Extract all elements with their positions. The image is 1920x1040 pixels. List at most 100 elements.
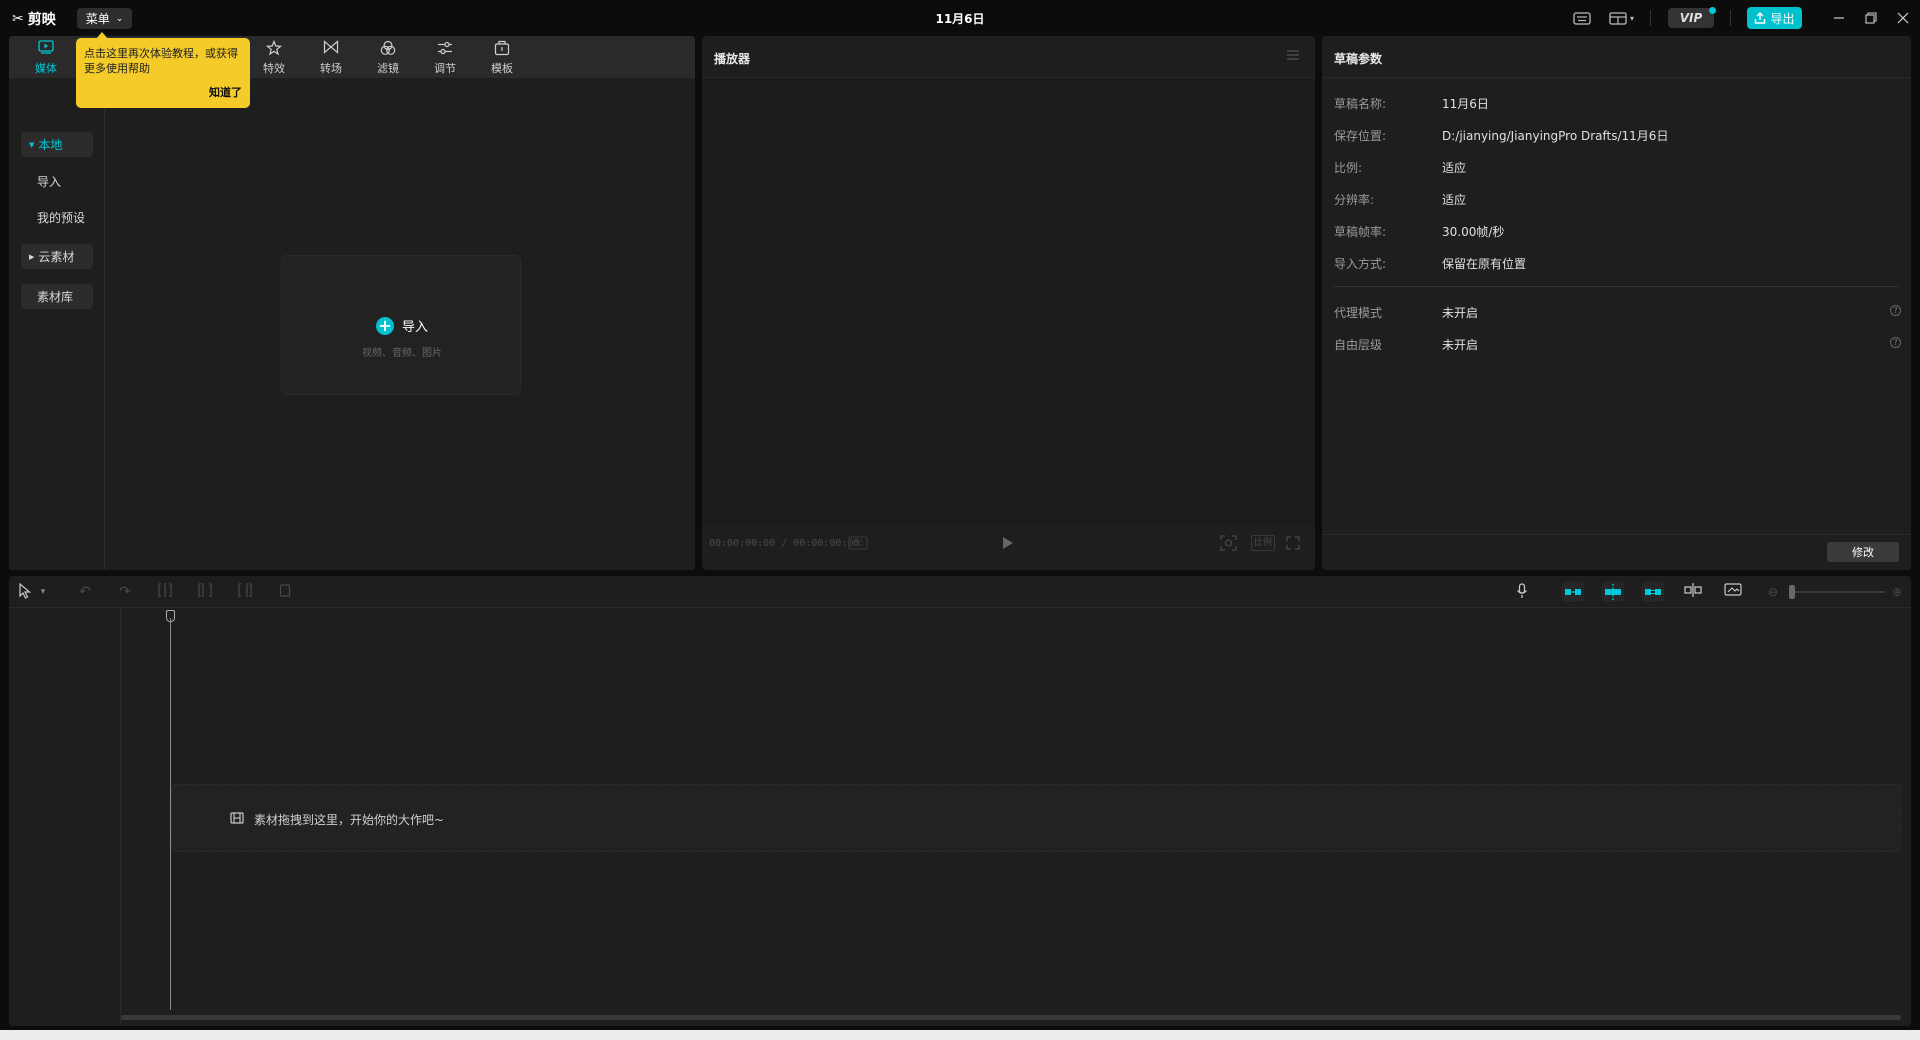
timecode-list-icon[interactable]: [848, 536, 868, 553]
layout-icon[interactable]: [1608, 9, 1628, 27]
tab-effects[interactable]: 特效: [249, 39, 299, 76]
trim-left-icon[interactable]: [195, 583, 215, 601]
param-label-location: 保存位置:: [1334, 129, 1387, 143]
timecode: 00:00:00:00 / 00:00:00:00: [709, 538, 860, 549]
media-panel: 媒体 特效 转场 滤镜 调节 模板 ▼ 本地 导入 我的预设 ▶ 云素材 素材库…: [9, 36, 695, 570]
tab-effects-label: 特效: [263, 62, 285, 75]
import-subtext: 视频、音频、图片: [362, 348, 442, 359]
app-logo: ✂ 剪映: [12, 9, 56, 29]
import-row: + 导入: [282, 316, 522, 335]
effects-star-icon: [265, 39, 283, 58]
tab-adjust-label: 调节: [434, 62, 456, 75]
ratio-button[interactable]: 比例: [1251, 535, 1275, 551]
media-play-icon: [38, 40, 54, 58]
caret-right-icon: ▶: [29, 252, 35, 261]
screenshot-icon[interactable]: [1220, 535, 1237, 554]
minimize-icon[interactable]: [1829, 9, 1849, 27]
filter-circles-icon: [380, 40, 396, 58]
transition-bowtie-icon: [323, 40, 339, 58]
import-dropzone[interactable]: + 导入 视频、音频、图片: [281, 255, 521, 395]
zoom-slider-track[interactable]: [1791, 591, 1885, 593]
play-icon[interactable]: [1002, 536, 1014, 553]
proxy-help-icon[interactable]: ?: [1890, 305, 1901, 316]
export-label: 导出: [1770, 11, 1795, 26]
tab-templates[interactable]: 模板: [477, 40, 527, 76]
param-label-import-method: 导入方式:: [1334, 257, 1387, 271]
linkage-icon[interactable]: [1642, 582, 1664, 602]
tab-adjust[interactable]: 调节: [420, 40, 470, 76]
microphone-icon[interactable]: [1512, 583, 1532, 601]
zoom-in-icon[interactable]: ⊕: [1887, 583, 1907, 601]
auto-snap-icon[interactable]: [1602, 582, 1624, 602]
keyboard-shortcut-icon[interactable]: [1572, 9, 1592, 27]
param-label-name: 草稿名称:: [1334, 97, 1387, 111]
app-name: 剪映: [27, 12, 56, 28]
timeline-toolbar: ▾ ↶ ↷ ⊖ ⊕: [9, 576, 1911, 608]
divider: [1650, 10, 1651, 26]
zoom-out-icon[interactable]: ⊖: [1763, 583, 1783, 601]
layout-dropdown-icon[interactable]: ▾: [1626, 9, 1638, 27]
sidebar-item-cloud-label: 云素材: [38, 250, 75, 264]
select-cursor-icon[interactable]: [15, 582, 35, 601]
vip-button[interactable]: VIP: [1668, 8, 1714, 28]
tab-media[interactable]: 媒体: [21, 40, 71, 76]
param-label-proxy: 代理模式: [1334, 306, 1383, 320]
trim-right-icon[interactable]: [235, 583, 255, 601]
param-value-proxy: 未开启: [1442, 306, 1479, 320]
param-value-name: 11月6日: [1442, 97, 1489, 111]
zoom-slider-handle[interactable]: [1789, 585, 1795, 599]
modify-button[interactable]: 修改: [1827, 542, 1899, 562]
sidebar-item-my-presets[interactable]: 我的预设: [21, 205, 101, 230]
divider: [1730, 10, 1731, 26]
preview-axis-icon[interactable]: [1683, 583, 1703, 601]
menu-label: 菜单: [85, 12, 110, 26]
menu-button[interactable]: 菜单 ⌄: [77, 8, 132, 29]
thumbnail-preview-icon[interactable]: [1723, 583, 1743, 601]
sidebar-item-library-label: 素材库: [37, 290, 74, 304]
param-value-resolution: 适应: [1442, 193, 1467, 207]
title-bar: ✂ 剪映 菜单 ⌄ 11月6日 ▾ VIP 导出: [0, 0, 1920, 36]
param-value-ratio: 适应: [1442, 161, 1467, 175]
timeline-dropzone[interactable]: 素材拖拽到这里，开始你的大作吧~: [171, 784, 1901, 852]
undo-icon[interactable]: ↶: [75, 583, 95, 601]
import-label: 导入: [401, 320, 428, 335]
tooltip-ok-button[interactable]: 知道了: [209, 85, 242, 100]
dropzone-hint: 素材拖拽到这里，开始你的大作吧~: [230, 811, 444, 828]
fullscreen-icon[interactable]: [1286, 536, 1300, 553]
tooltip-text: 点击这里再次体验教程，或获得更多使用帮助: [84, 47, 238, 75]
vip-notification-dot: [1709, 7, 1716, 14]
draft-params-panel: 草稿参数 草稿名称: 11月6日 保存位置: D:/jianying/Jiany…: [1322, 36, 1911, 570]
capcut-logo-icon: ✂: [12, 11, 24, 27]
params-header: 草稿参数: [1322, 36, 1911, 78]
param-value-location: D:/jianying/JianyingPro Drafts/11月6日: [1442, 129, 1669, 143]
param-value-free-layer: 未开启: [1442, 338, 1479, 352]
sidebar-item-library[interactable]: 素材库: [21, 284, 93, 309]
sidebar-item-import-label: 导入: [37, 175, 62, 189]
restore-icon[interactable]: [1861, 9, 1881, 27]
sidebar-item-my-presets-label: 我的预设: [37, 211, 86, 225]
export-button[interactable]: 导出: [1747, 7, 1802, 29]
sidebar-item-import[interactable]: 导入: [21, 169, 93, 194]
split-icon[interactable]: [155, 583, 175, 601]
vip-label: VIP: [1679, 11, 1703, 25]
sidebar-item-local[interactable]: ▼ 本地: [21, 132, 93, 157]
bottom-taskbar-strip: [0, 1030, 1920, 1040]
chevron-down-icon: ⌄: [115, 13, 124, 24]
main-track-magnet-icon[interactable]: [1562, 582, 1584, 602]
timeline-horizontal-scrollbar[interactable]: [121, 1015, 1901, 1020]
tutorial-tooltip: 点击这里再次体验教程，或获得更多使用帮助 知道了: [76, 38, 250, 108]
redo-icon[interactable]: ↷: [115, 583, 135, 601]
hamburger-menu-icon[interactable]: [1286, 49, 1300, 64]
free-layer-help-icon[interactable]: ?: [1890, 337, 1901, 348]
preview-canvas[interactable]: [702, 78, 1315, 524]
tab-filters[interactable]: 滤镜: [363, 40, 413, 76]
dropzone-hint-text: 素材拖拽到这里，开始你的大作吧~: [254, 813, 445, 827]
sidebar-item-cloud[interactable]: ▶ 云素材: [21, 244, 93, 269]
delete-icon[interactable]: [275, 583, 295, 601]
player-panel: 播放器 00:00:00:00 / 00:00:00:00 比例: [702, 36, 1315, 570]
close-icon[interactable]: [1893, 9, 1913, 27]
tab-transitions[interactable]: 转场: [306, 40, 356, 76]
tab-media-label: 媒体: [35, 62, 57, 75]
params-footer-divider: [1322, 534, 1911, 535]
cursor-dropdown-icon[interactable]: ▾: [37, 583, 49, 601]
